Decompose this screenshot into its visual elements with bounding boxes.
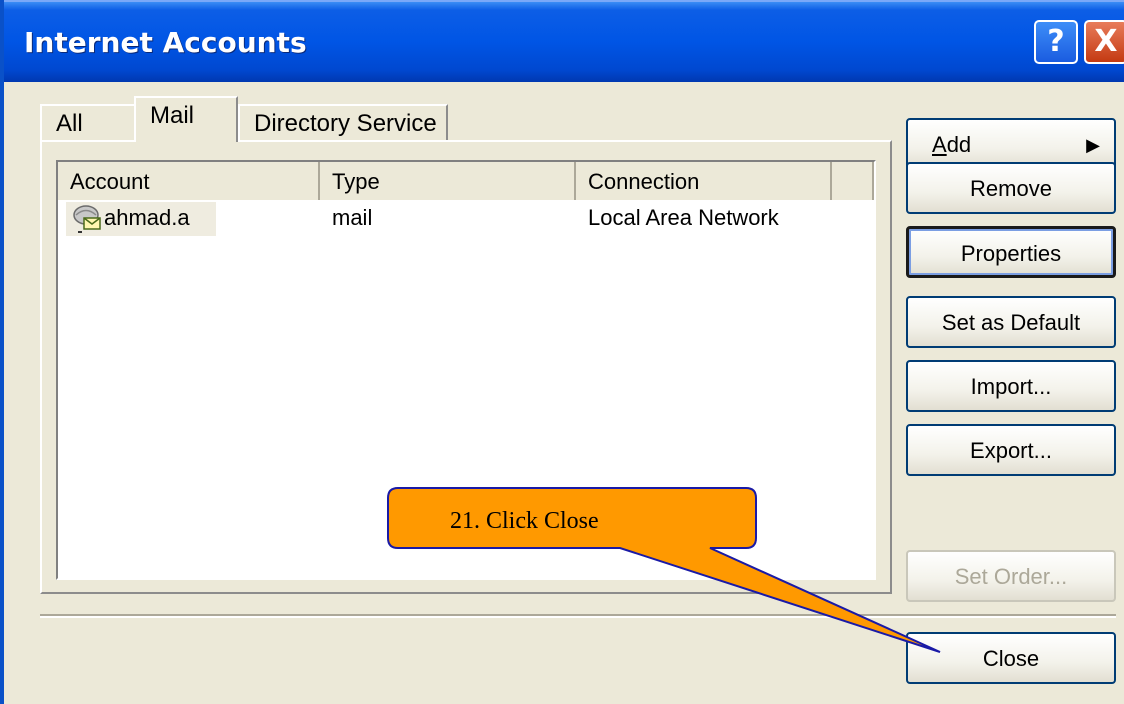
callout-text: 21. Click Close: [450, 508, 599, 534]
tab-mail[interactable]: Mail: [134, 96, 238, 142]
